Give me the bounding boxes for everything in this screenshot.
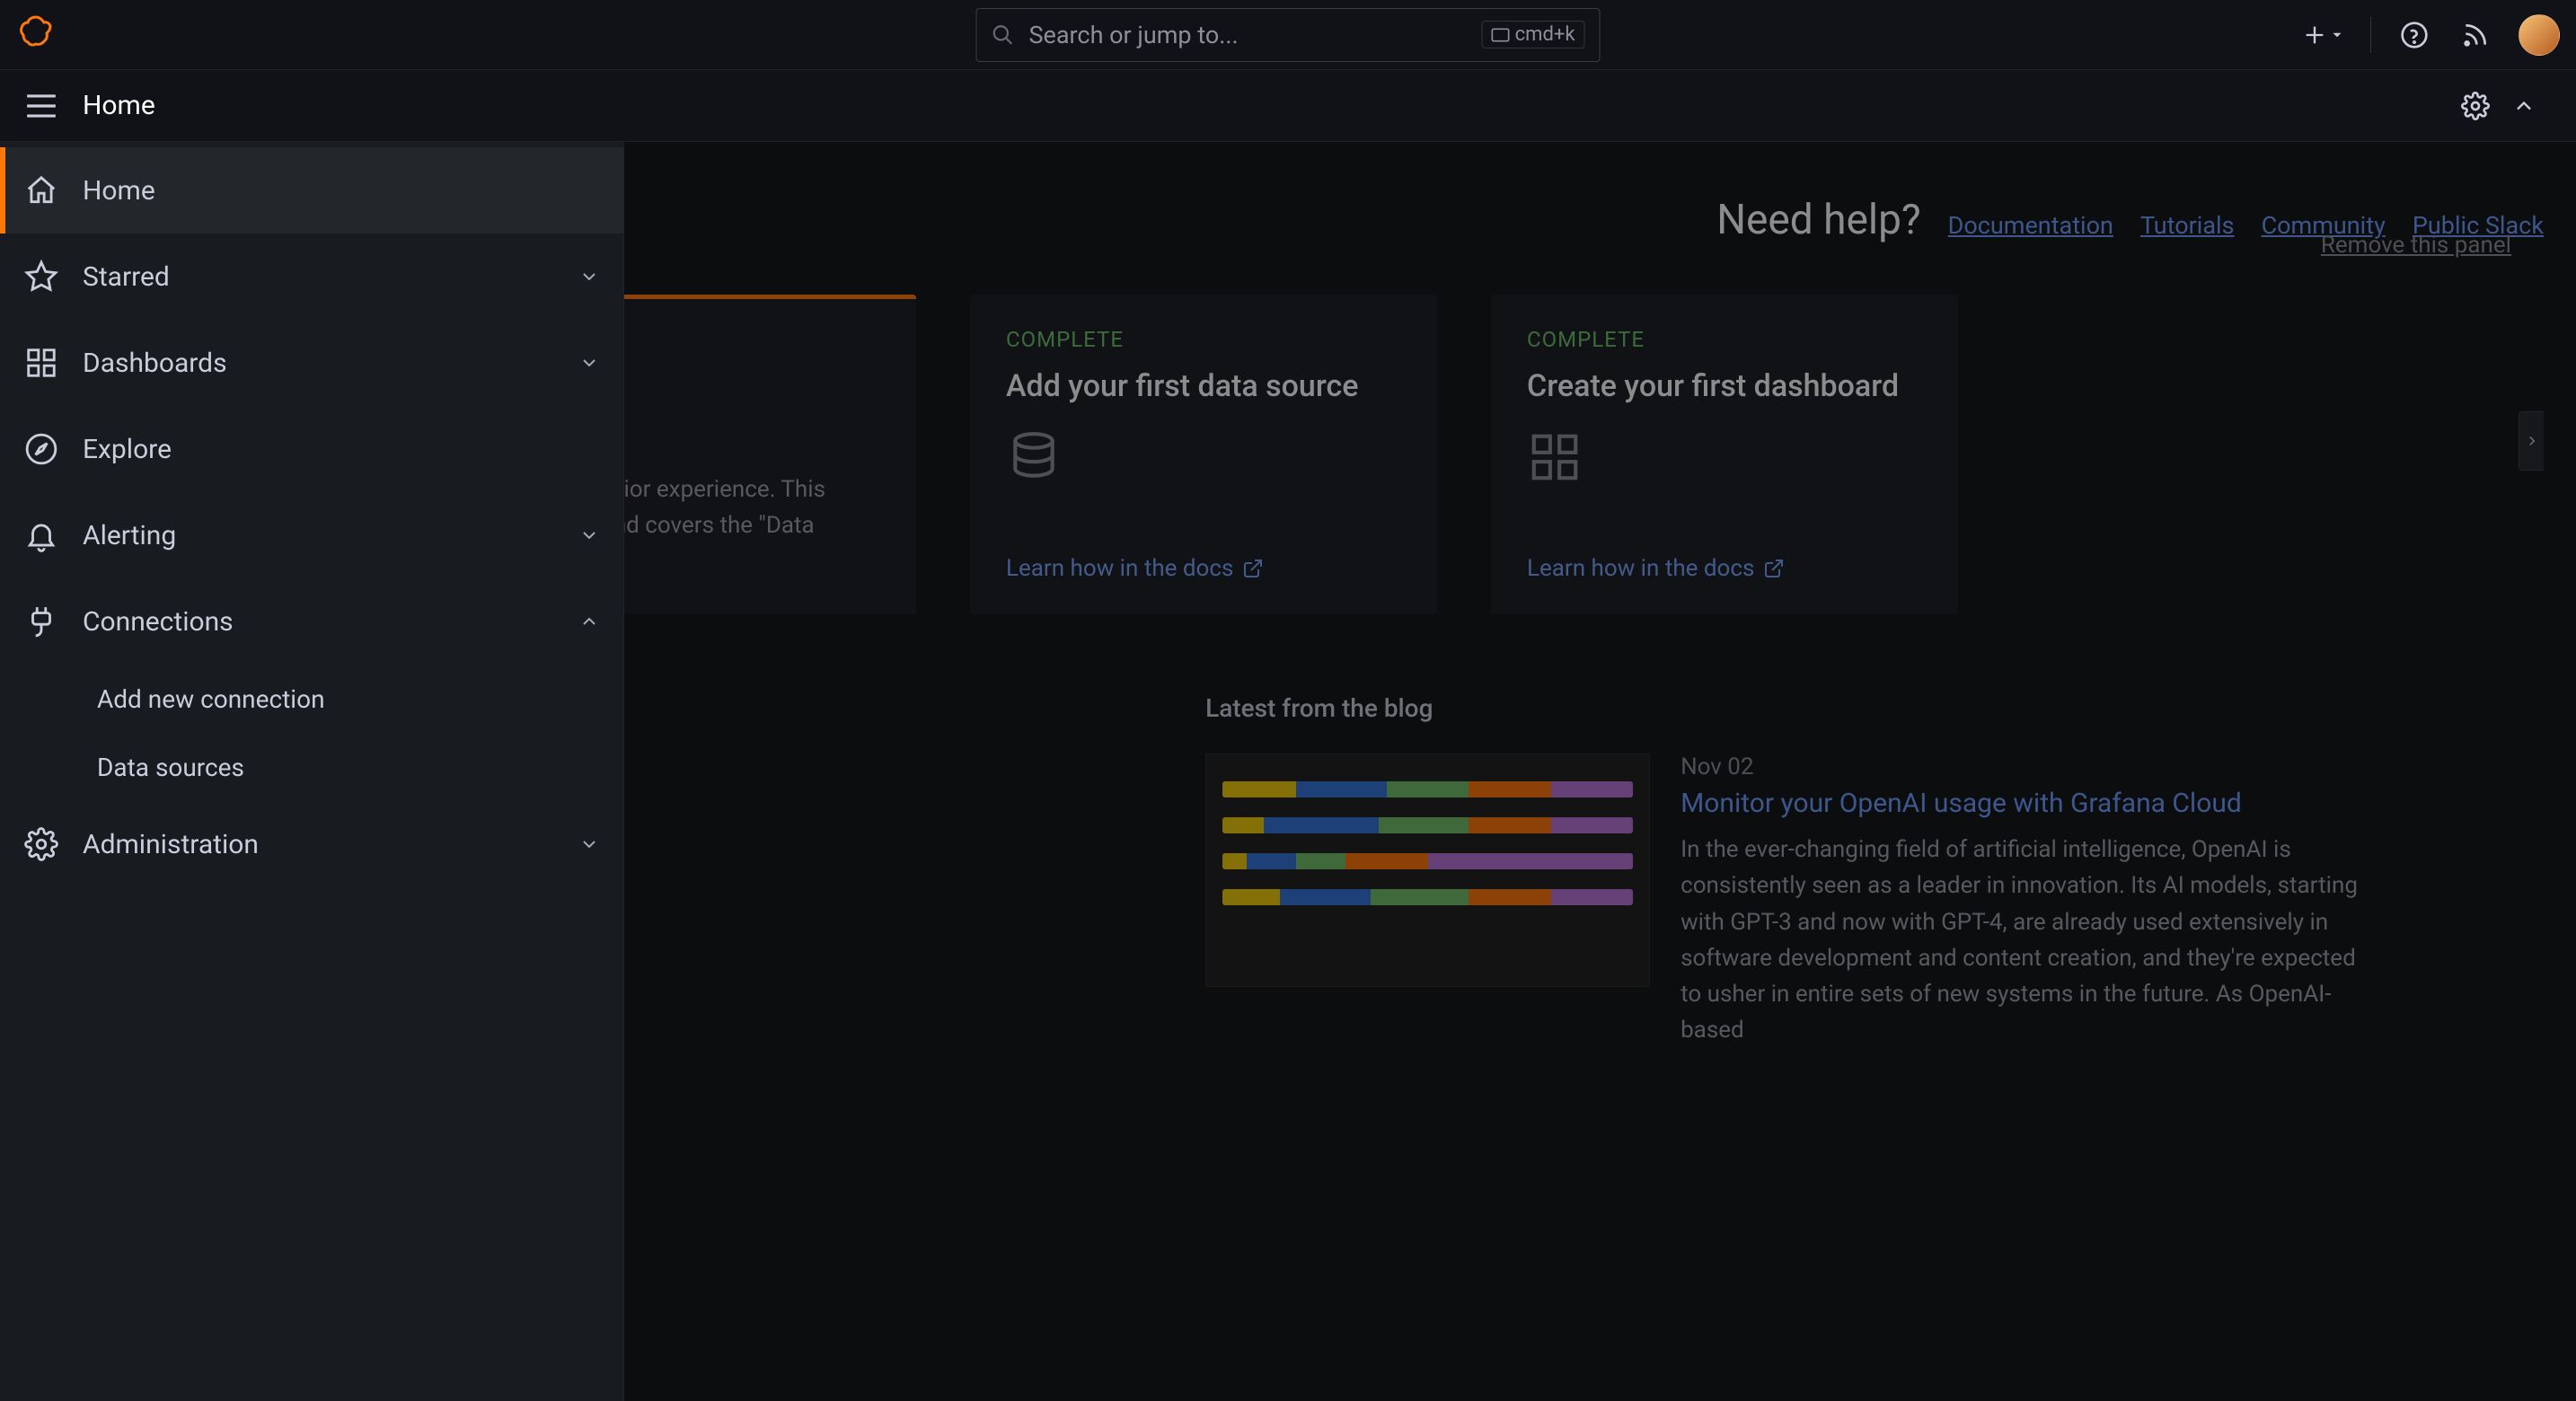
task-title: Add your first data source bbox=[1006, 368, 1401, 404]
task-card-dashboard[interactable]: COMPLETE Create your first dashboard Lea… bbox=[1491, 295, 1958, 614]
task-card-data-source[interactable]: COMPLETE Add your first data source Lear… bbox=[970, 295, 1437, 614]
task-badge: COMPLETE bbox=[1527, 327, 1922, 352]
plug-icon bbox=[22, 602, 61, 641]
blog-section-title: Latest from the blog bbox=[1205, 693, 2544, 723]
plus-icon bbox=[2302, 22, 2327, 48]
rss-icon bbox=[2461, 21, 2490, 49]
remove-panel-link[interactable]: Remove this panel bbox=[2321, 232, 2511, 259]
page-settings-button[interactable] bbox=[2457, 88, 2493, 124]
nav-item-administration[interactable]: Administration bbox=[0, 801, 623, 887]
topbar-separator bbox=[2370, 17, 2371, 53]
learn-docs-link[interactable]: Learn how in the docs bbox=[1527, 501, 1922, 582]
nav-item-home[interactable]: Home bbox=[0, 147, 623, 234]
hamburger-icon bbox=[24, 93, 58, 119]
database-icon bbox=[1006, 429, 1401, 485]
compass-icon bbox=[22, 429, 61, 469]
global-search[interactable]: Search or jump to... cmd+k bbox=[976, 8, 1601, 62]
help-link-documentation[interactable]: Documentation bbox=[1948, 211, 2113, 240]
nav-sub-item-data-sources[interactable]: Data sources bbox=[97, 733, 623, 801]
nav-label: Connections bbox=[83, 606, 557, 638]
search-icon bbox=[992, 23, 1015, 47]
learn-docs-link[interactable]: Learn how in the docs bbox=[1006, 501, 1401, 582]
page-bar: Home bbox=[0, 70, 2576, 142]
task-badge: COMPLETE bbox=[1006, 327, 1401, 352]
topbar-right-cluster bbox=[2302, 14, 2560, 56]
dashboard-icon bbox=[1527, 429, 1922, 485]
chevron-down-icon bbox=[578, 352, 600, 374]
external-link-icon bbox=[1763, 558, 1785, 579]
apps-icon bbox=[22, 343, 61, 383]
nav-item-alerting[interactable]: Alerting bbox=[0, 492, 623, 578]
search-shortcut-hint: cmd+k bbox=[1482, 21, 1585, 48]
nav-label: Home bbox=[83, 175, 623, 207]
blog-thumbnail bbox=[1205, 753, 1650, 987]
nav-sub-connections: Add new connection Data sources bbox=[0, 665, 623, 801]
page-title: Home bbox=[83, 90, 155, 121]
cards-scroll-right[interactable] bbox=[2519, 411, 2544, 471]
task-title: Create your first dashboard bbox=[1527, 368, 1922, 404]
nav-label: Alerting bbox=[83, 520, 557, 551]
help-link-tutorials[interactable]: Tutorials bbox=[2140, 211, 2235, 240]
nav-label: Starred bbox=[83, 261, 557, 293]
top-bar: Search or jump to... cmd+k bbox=[0, 0, 2576, 70]
chevron-up-icon bbox=[578, 611, 600, 632]
chevron-up-icon bbox=[2511, 93, 2536, 119]
star-icon bbox=[22, 257, 61, 296]
need-help-label: Need help? bbox=[1716, 196, 1920, 244]
nav-sub-item-add-connection[interactable]: Add new connection bbox=[97, 665, 623, 733]
grafana-logo-icon bbox=[18, 15, 54, 55]
grafana-logo[interactable] bbox=[16, 15, 56, 55]
cog-icon bbox=[2461, 92, 2490, 120]
nav-label: Administration bbox=[83, 829, 557, 860]
nav-toggle-button[interactable] bbox=[20, 84, 63, 128]
help-button[interactable] bbox=[2396, 17, 2432, 53]
side-nav-drawer: Home Starred Dashboards Explore Alerting bbox=[0, 142, 624, 1401]
blog-excerpt: In the ever-changing field of artificial… bbox=[1681, 832, 2381, 1049]
chevron-down-icon bbox=[578, 524, 600, 546]
chevron-down-icon bbox=[2329, 27, 2345, 43]
nav-label: Explore bbox=[83, 434, 623, 465]
chevron-right-icon bbox=[2524, 433, 2540, 449]
cog-icon bbox=[22, 824, 61, 864]
blog-entry[interactable]: Nov 02 Monitor your OpenAI usage with Gr… bbox=[1205, 753, 2544, 1049]
chevron-down-icon bbox=[578, 833, 600, 855]
home-icon bbox=[22, 171, 61, 210]
nav-item-connections[interactable]: Connections bbox=[0, 578, 623, 665]
help-icon bbox=[2400, 21, 2429, 49]
nav-label: Dashboards bbox=[83, 348, 557, 379]
chevron-down-icon bbox=[578, 266, 600, 287]
external-link-icon bbox=[1242, 558, 1264, 579]
news-button[interactable] bbox=[2457, 17, 2493, 53]
nav-item-starred[interactable]: Starred bbox=[0, 234, 623, 320]
collapse-row-button[interactable] bbox=[2506, 88, 2542, 124]
nav-item-dashboards[interactable]: Dashboards bbox=[0, 320, 623, 406]
bell-icon bbox=[22, 515, 61, 555]
create-new-button[interactable] bbox=[2302, 22, 2345, 48]
user-avatar[interactable] bbox=[2519, 14, 2560, 56]
blog-date: Nov 02 bbox=[1681, 753, 2381, 780]
search-placeholder: Search or jump to... bbox=[1029, 21, 1482, 49]
nav-item-explore[interactable]: Explore bbox=[0, 406, 623, 492]
blog-title: Monitor your OpenAI usage with Grafana C… bbox=[1681, 788, 2381, 819]
